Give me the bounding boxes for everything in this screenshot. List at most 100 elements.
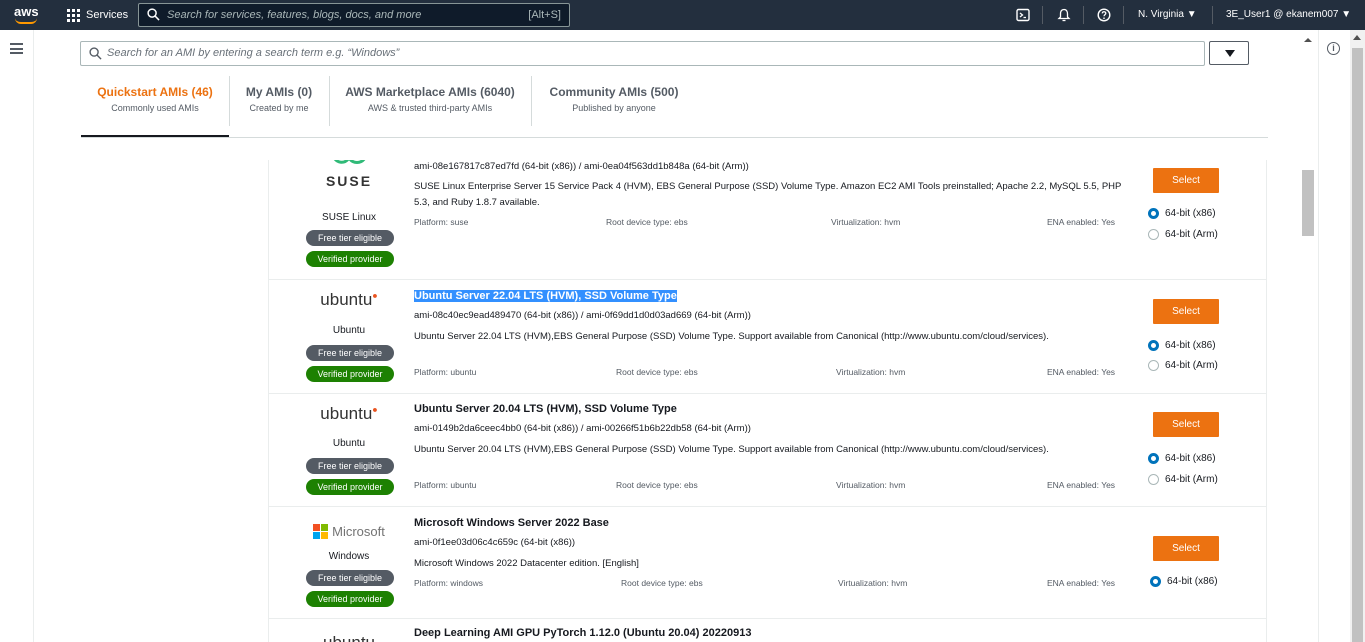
ami-row-ubuntu-22[interactable]: ubuntu● Ubuntu Free tier eligible Verifi… [269,280,1266,394]
page-scrollbar[interactable] [1350,30,1365,642]
scroll-up-arrow-icon[interactable] [1353,35,1361,40]
grid-icon [67,8,80,22]
arch-label: 64-bit (Arm) [1165,228,1218,240]
cloudshell-icon[interactable] [1016,8,1030,22]
select-button[interactable]: Select [1153,536,1219,561]
select-button[interactable]: Select [1153,299,1219,324]
ena-info: ENA enabled: Yes [1047,217,1116,227]
os-name: Ubuntu [332,325,366,336]
ami-search-input[interactable]: Search for an AMI by entering a search t… [80,41,1205,66]
hamburger-menu-icon[interactable] [10,43,23,54]
ami-description: Microsoft Windows 2022 Datacenter editio… [414,558,639,569]
scrollbar-thumb[interactable] [1302,170,1314,236]
ubuntu-logo: ubuntu [293,633,405,642]
free-tier-badge: Free tier eligible [306,570,394,586]
ami-row-windows[interactable]: Microsoft Windows Free tier eligible Ver… [269,507,1266,619]
ami-title: Microsoft Windows Server 2022 Base [414,517,609,529]
platform-info: Platform: ubuntu [414,480,477,490]
ami-list: SUSE SUSE Linux Free tier eligible Verif… [268,160,1267,642]
tab-title: Community AMIs (500) [549,85,679,99]
os-name: Windows [328,551,370,562]
ami-row-deep-learning[interactable]: ubuntu Deep Learning AMI GPU PyTorch 1.1… [269,619,1266,642]
radio-unselected[interactable] [1148,473,1159,485]
search-icon [147,8,160,21]
ami-id: ami-08e167817c87ed7fd (64-bit (x86)) / a… [414,161,749,172]
ubuntu-circle-icon: ● [372,290,378,301]
verified-provider-badge: Verified provider [306,479,394,495]
nav-divider [1123,6,1124,24]
search-filter-dropdown-button[interactable] [1209,41,1249,65]
tab-subtitle: AWS & trusted third-party AMIs [367,103,493,113]
os-name: SUSE Linux [322,212,376,223]
tab-community-amis[interactable]: Community AMIs (500) Published by anyone [531,76,697,126]
account-menu[interactable]: 3E_User1 @ ekanem007 ▼ [1226,9,1351,20]
arch-radio-x86[interactable]: 64-bit (x86) [1150,574,1218,588]
suse-chameleon-icon [333,160,366,164]
ami-description: Ubuntu Server 20.04 LTS (HVM),EBS Genera… [414,444,1049,455]
free-tier-badge: Free tier eligible [306,458,394,474]
info-icon[interactable]: i [1327,42,1340,55]
global-search-input[interactable]: Search for services, features, blogs, do… [138,3,570,27]
caret-down-icon: ▼ [1341,9,1352,20]
tab-title: AWS Marketplace AMIs (6040) [345,85,515,99]
search-icon [89,47,102,60]
modal-scrollbar[interactable] [1302,36,1314,642]
scrollbar-thumb[interactable] [1352,48,1363,642]
arch-radio-arm[interactable]: 64-bit (Arm) [1148,227,1218,241]
ami-description: Ubuntu Server 22.04 LTS (HVM),EBS Genera… [414,331,1049,342]
radio-unselected[interactable] [1148,228,1159,240]
notifications-bell-icon[interactable] [1057,8,1071,22]
arch-label: 64-bit (x86) [1167,575,1218,587]
tab-title: Quickstart AMIs (46) [97,85,213,99]
services-menu-button[interactable]: Services [67,7,128,23]
radio-selected[interactable] [1148,339,1159,351]
caret-down-icon: ▼ [1186,9,1197,20]
aws-logo[interactable]: aws [14,4,40,26]
tab-subtitle: Created by me [249,103,309,113]
tab-subtitle: Published by anyone [572,103,656,113]
ami-row-ubuntu-20[interactable]: ubuntu● Ubuntu Free tier eligible Verifi… [269,394,1266,507]
virtualization-info: Virtualization: hvm [838,578,908,588]
ami-search-placeholder: Search for an AMI by entering a search t… [107,47,400,59]
tab-quickstart-amis[interactable]: Quickstart AMIs (46) Commonly used AMIs [81,76,229,126]
ubuntu-circle-icon: ● [372,404,378,415]
aws-smile-icon [15,18,37,24]
scroll-up-arrow-icon[interactable] [1304,38,1312,42]
ami-description: SUSE Linux Enterprise Server 15 Service … [414,181,1122,208]
root-device-info: Root device type: ebs [606,217,688,227]
radio-unselected[interactable] [1148,359,1159,371]
tab-my-amis[interactable]: My AMIs (0) Created by me [229,76,329,126]
arch-radio-x86[interactable]: 64-bit (x86) [1148,451,1216,465]
ena-info: ENA enabled: Yes [1047,367,1116,377]
microsoft-squares-icon [313,524,329,539]
suse-logo: SUSE [293,160,405,189]
radio-selected[interactable] [1150,575,1161,587]
os-name: Ubuntu [332,438,366,449]
arch-radio-x86[interactable]: 64-bit (x86) [1148,338,1216,352]
platform-info: Platform: suse [414,217,469,227]
radio-selected[interactable] [1148,207,1159,219]
help-icon[interactable] [1097,8,1111,22]
select-button[interactable]: Select [1153,412,1219,437]
tab-aws-marketplace-amis[interactable]: AWS Marketplace AMIs (6040) AWS & truste… [329,76,531,126]
ubuntu-logo: ubuntu● [293,404,405,424]
ubuntu-logo-text: ubuntu [320,290,373,309]
root-device-info: Root device type: ebs [616,367,698,377]
virtualization-info: Virtualization: hvm [831,217,901,227]
arch-radio-arm[interactable]: 64-bit (Arm) [1148,472,1218,486]
region-selector[interactable]: N. Virginia ▼ [1138,9,1197,20]
select-button[interactable]: Select [1153,168,1219,193]
arch-radio-arm[interactable]: 64-bit (Arm) [1148,358,1218,372]
ami-title: Ubuntu Server 20.04 LTS (HVM), SSD Volum… [414,403,677,415]
nav-divider [1042,6,1043,24]
virtualization-info: Virtualization: hvm [836,367,906,377]
services-label: Services [86,9,129,21]
ami-row-suse[interactable]: SUSE SUSE Linux Free tier eligible Verif… [269,160,1266,280]
arch-label: 64-bit (Arm) [1165,473,1218,485]
ami-title: Deep Learning AMI GPU PyTorch 1.12.0 (Ub… [414,627,752,639]
ami-id: ami-08c40ec9ead489470 (64-bit (x86)) / a… [414,310,751,321]
arch-radio-x86[interactable]: 64-bit (x86) [1148,206,1216,220]
ami-title: Ubuntu Server 22.04 LTS (HVM), SSD Volum… [414,290,677,302]
radio-selected[interactable] [1148,452,1159,464]
tab-title: My AMIs (0) [245,85,313,99]
